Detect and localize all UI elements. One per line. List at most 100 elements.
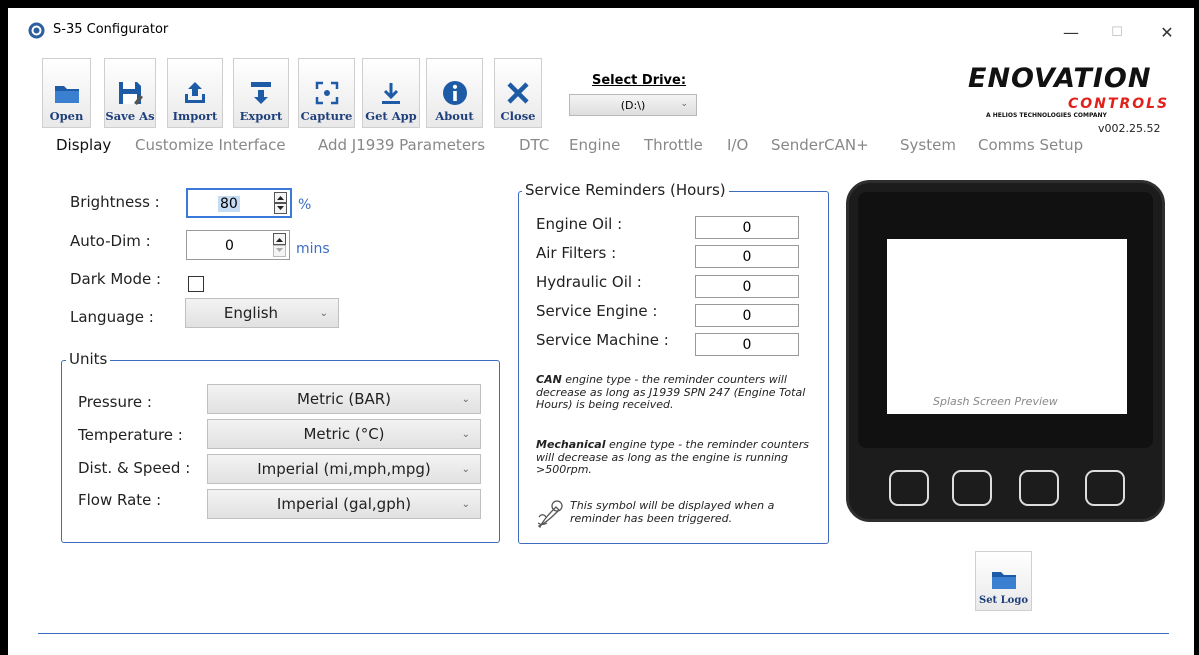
save-as-button[interactable]: Save As: [104, 58, 156, 128]
autodim-label: Auto-Dim :: [70, 232, 151, 250]
export-button[interactable]: Export: [233, 58, 289, 128]
import-icon: [185, 82, 205, 103]
language-select[interactable]: English ⌄: [185, 298, 339, 328]
engine-oil-value: 0: [742, 219, 752, 236]
service-engine-input[interactable]: 0: [695, 304, 799, 327]
download-icon: [382, 83, 400, 104]
minimize-button[interactable]: —: [1048, 8, 1094, 56]
autodim-spinner[interactable]: 0: [186, 230, 290, 260]
title-bar: S-35 Configurator — ☐ ✕: [8, 8, 1194, 56]
flow-rate-label: Flow Rate :: [78, 491, 162, 509]
flow-rate-value: Imperial (gal,gph): [276, 495, 412, 513]
dist-speed-label: Dist. & Speed :: [78, 459, 191, 477]
set-logo-button[interactable]: Set Logo: [975, 551, 1032, 611]
pressure-select[interactable]: Metric (BAR) ⌄: [207, 384, 481, 414]
device-button-2: [952, 470, 992, 506]
chevron-down-icon: ⌄: [461, 499, 470, 510]
language-label: Language :: [70, 308, 154, 326]
close-button[interactable]: Close: [494, 58, 542, 128]
brightness-value: 80: [218, 196, 240, 212]
close-window-button[interactable]: ✕: [1144, 8, 1190, 56]
pressure-label: Pressure :: [78, 393, 152, 411]
drive-select-value: (D:\): [620, 98, 646, 112]
can-note-text: engine type - the reminder counters will…: [536, 373, 806, 411]
units-group-title: Units: [66, 350, 111, 368]
tab-sendercan[interactable]: SenderCAN+: [771, 136, 869, 154]
drive-select[interactable]: (D:\) ⌄: [569, 94, 697, 116]
device-button-1: [889, 470, 929, 506]
tab-add-j1939-parameters[interactable]: Add J1939 Parameters: [318, 136, 485, 154]
export-icon: [251, 82, 271, 104]
app-icon: [28, 22, 45, 43]
hydraulic-oil-label: Hydraulic Oil :: [536, 273, 642, 291]
wrench-reminder-icon: [536, 499, 564, 535]
device-preview: Splash Screen Preview: [846, 180, 1165, 522]
about-button[interactable]: About: [426, 58, 483, 128]
capture-button[interactable]: Capture: [298, 58, 355, 128]
tab-customize-interface[interactable]: Customize Interface: [135, 136, 286, 154]
service-machine-input[interactable]: 0: [695, 333, 799, 356]
air-filters-label: Air Filters :: [536, 244, 617, 262]
hydraulic-oil-input[interactable]: 0: [695, 275, 799, 298]
service-reminders-title: Service Reminders (Hours): [522, 181, 729, 199]
chevron-down-icon: ⌄: [461, 394, 470, 405]
close-label: Close: [500, 109, 536, 123]
flow-rate-select[interactable]: Imperial (gal,gph) ⌄: [207, 489, 481, 519]
can-note: CAN engine type - the reminder counters …: [536, 373, 821, 412]
save-icon: [119, 82, 143, 105]
service-engine-label: Service Engine :: [536, 302, 658, 320]
window-title: S-35 Configurator: [53, 22, 169, 37]
brand-logo-tagline: A HELIOS TECHNOLOGIES COMPANY: [986, 112, 1107, 119]
hydraulic-oil-value: 0: [742, 278, 752, 295]
temperature-select[interactable]: Metric (°C) ⌄: [207, 419, 481, 449]
tab-display[interactable]: Display: [56, 136, 111, 154]
air-filters-value: 0: [742, 248, 752, 265]
tab-io[interactable]: I/O: [727, 136, 748, 154]
get-app-button[interactable]: Get App: [362, 58, 420, 128]
brand-logo-controls: CONTROLS: [1068, 96, 1170, 112]
export-label: Export: [239, 109, 283, 123]
chevron-down-icon: ⌄: [319, 308, 328, 319]
open-button[interactable]: Open: [42, 58, 91, 128]
version-label: v002.25.52: [1098, 122, 1161, 135]
temperature-value: Metric (°C): [303, 425, 385, 443]
temperature-label: Temperature :: [78, 426, 183, 444]
capture-icon: [315, 81, 338, 105]
capture-label: Capture: [300, 109, 353, 123]
tab-comms-setup[interactable]: Comms Setup: [978, 136, 1083, 154]
about-label: About: [435, 109, 474, 123]
service-machine-value: 0: [742, 336, 752, 353]
chevron-down-icon: ⌄: [461, 464, 470, 475]
brightness-unit: %: [298, 197, 312, 213]
can-note-bold: CAN: [536, 373, 562, 386]
chevron-down-icon: ⌄: [680, 99, 688, 109]
language-value: English: [223, 304, 279, 322]
get-app-label: Get App: [365, 109, 417, 123]
mechanical-note-bold: Mechanical: [536, 438, 606, 451]
chevron-down-icon: ⌄: [461, 429, 470, 440]
autodim-value: 0: [225, 238, 234, 254]
maximize-button[interactable]: ☐: [1094, 8, 1140, 56]
dark-mode-checkbox[interactable]: [188, 276, 204, 292]
dist-speed-value: Imperial (mi,mph,mpg): [257, 460, 431, 478]
tab-dtc[interactable]: DTC: [519, 136, 549, 154]
mechanical-note: Mechanical engine type - the reminder co…: [536, 438, 821, 477]
folder-icon: [54, 86, 79, 103]
device-button-4: [1085, 470, 1125, 506]
bottom-divider: [38, 633, 1169, 634]
tab-system[interactable]: System: [900, 136, 956, 154]
dist-speed-select[interactable]: Imperial (mi,mph,mpg) ⌄: [207, 454, 481, 484]
close-icon: [507, 82, 529, 104]
tab-engine[interactable]: Engine: [569, 136, 620, 154]
air-filters-input[interactable]: 0: [695, 245, 799, 268]
autodim-stepper[interactable]: [273, 233, 286, 257]
brightness-stepper[interactable]: [274, 192, 287, 214]
engine-oil-input[interactable]: 0: [695, 216, 799, 239]
dark-mode-label: Dark Mode :: [70, 270, 162, 288]
brightness-spinner[interactable]: 80: [186, 188, 292, 218]
autodim-unit: mins: [296, 241, 330, 257]
tab-throttle[interactable]: Throttle: [644, 136, 703, 154]
folder-icon: [991, 572, 1016, 589]
import-button[interactable]: Import: [167, 58, 223, 128]
service-machine-label: Service Machine :: [536, 331, 669, 349]
